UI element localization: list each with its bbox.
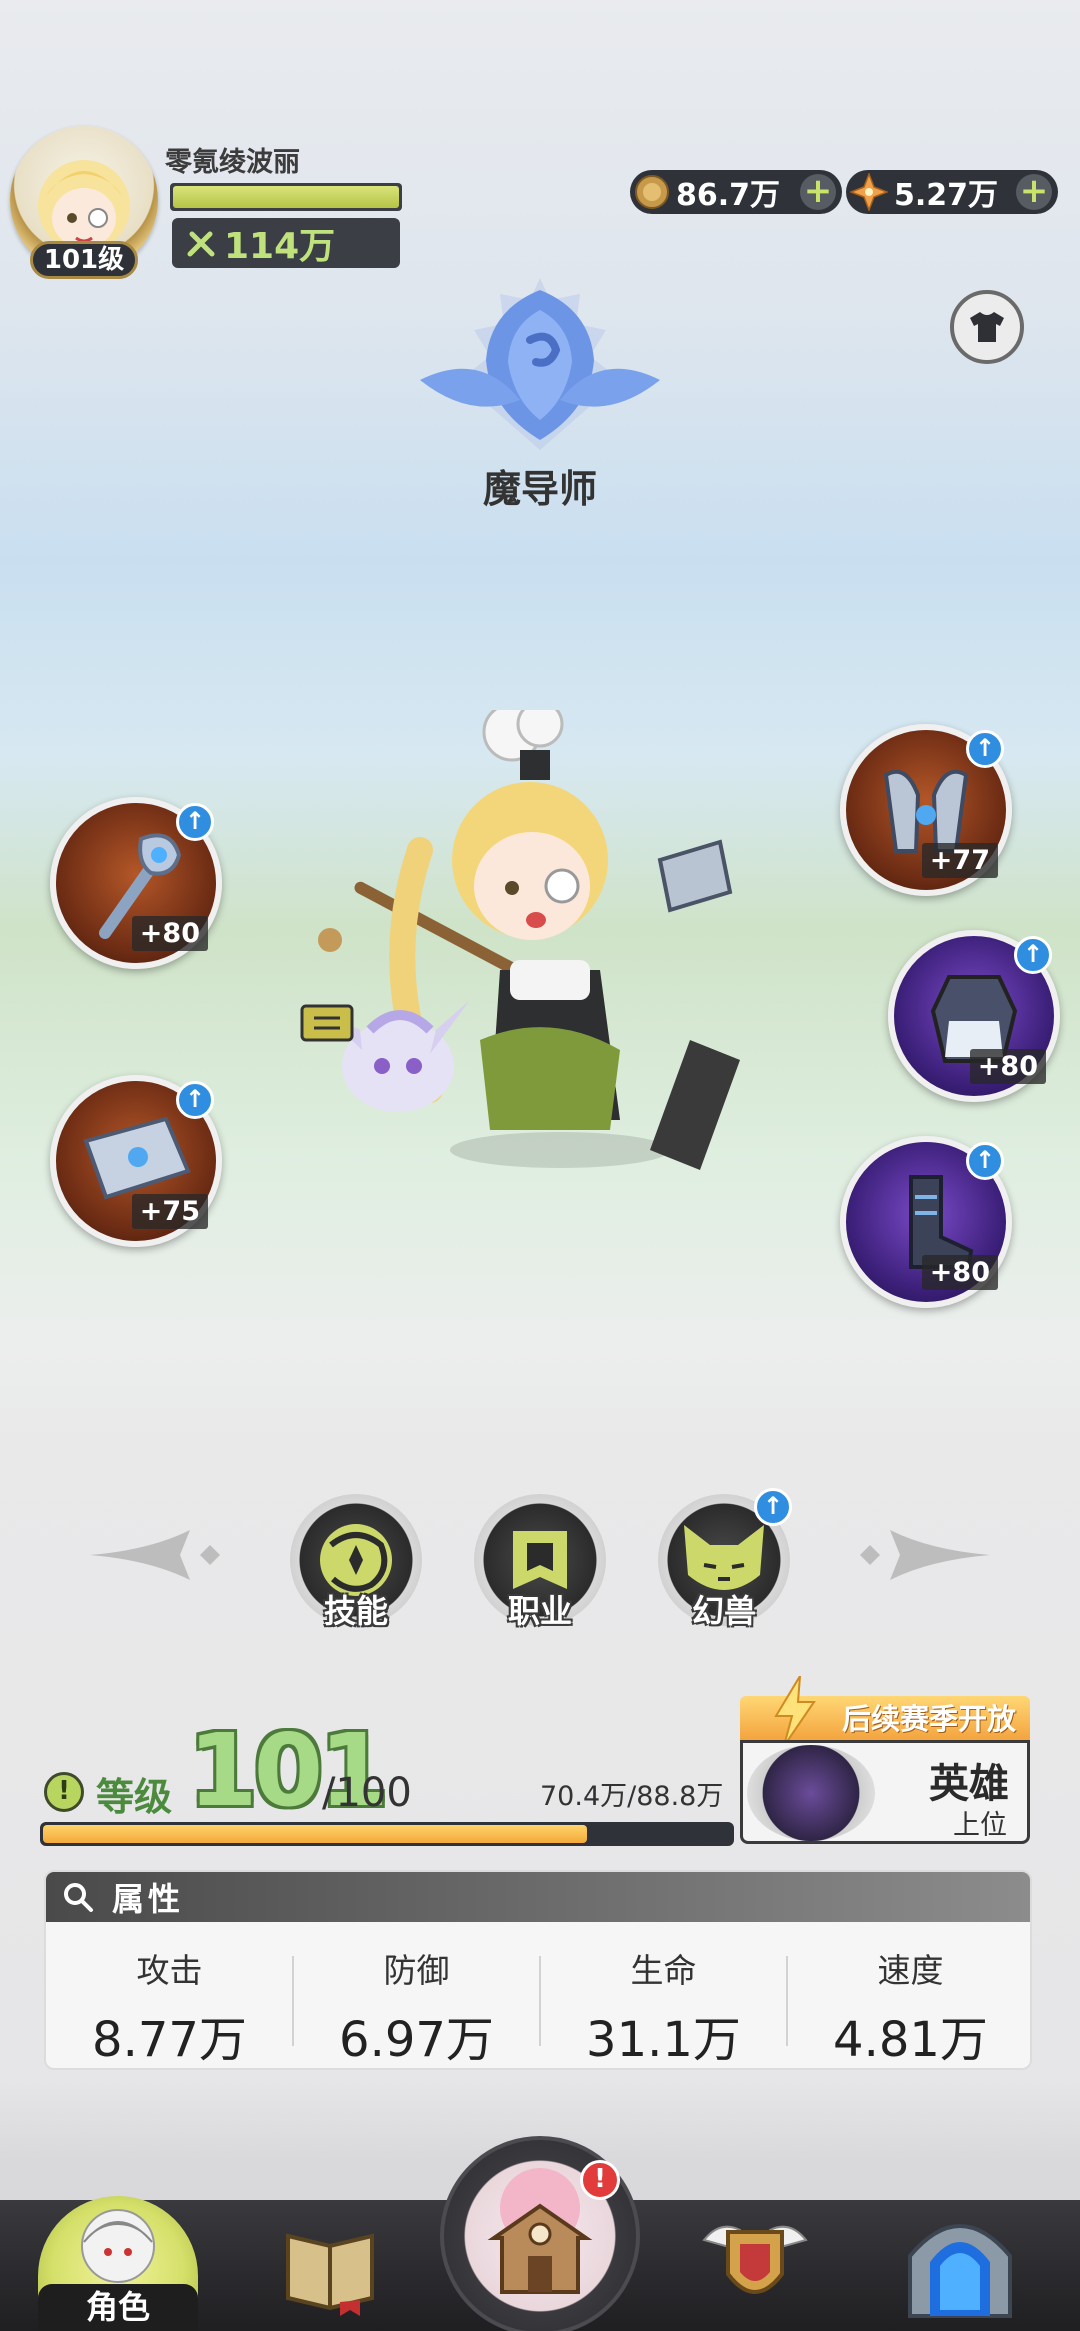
skill-label: 技能: [323, 1592, 388, 1630]
crystal-amount: 5.27万: [894, 178, 999, 213]
outfit-button[interactable]: [950, 290, 1024, 364]
equipment-slot-armor[interactable]: +80 ↑: [888, 930, 1060, 1102]
attribute-label: 生命: [630, 1951, 697, 1990]
attribute-value: 8.77万: [92, 2012, 247, 2068]
player-level-badge: 101级: [30, 241, 138, 279]
nav-portal[interactable]: [900, 2206, 1020, 2326]
upgrade-arrow-icon: ↑: [1014, 936, 1052, 974]
attribute-defense: 防御 6.97万: [293, 1930, 540, 2068]
class-emblem: [380, 270, 700, 470]
equipment-slot-boots[interactable]: +80 ↑: [840, 1136, 1012, 1308]
player-exp-bar: [170, 183, 402, 211]
enhance-level: +80: [131, 916, 208, 951]
class-button[interactable]: 职业: [474, 1494, 606, 1630]
level-progress-fill: [43, 1825, 587, 1843]
beast-label: 幻兽: [691, 1592, 756, 1630]
combat-power: 114万: [172, 218, 400, 268]
book-icon: [280, 2216, 380, 2316]
season-banner-text: 后续赛季开放: [841, 1702, 1016, 1736]
shield-wings-icon: [700, 2210, 810, 2320]
class-title: 魔导师: [482, 467, 597, 511]
equipment-slot-weapon[interactable]: +80 ↑: [50, 797, 222, 969]
rank-sub: 上位: [953, 1810, 1007, 1841]
equipment-slot-book[interactable]: +75 ↑: [50, 1075, 222, 1247]
attributes-header: 属性: [46, 1872, 1030, 1922]
attribute-label: 攻击: [136, 1951, 203, 1990]
level-info-icon[interactable]: !: [44, 1772, 84, 1812]
upgrade-arrow-icon: ↑: [176, 1081, 214, 1119]
player-name: 零氪绫波丽: [165, 147, 300, 178]
left-ornament-icon: [90, 1520, 240, 1590]
hero-rank-card[interactable]: 英雄 上位: [740, 1740, 1030, 1844]
enhance-level: +75: [131, 1194, 208, 1229]
attribute-label: 速度: [877, 1951, 944, 1990]
add-crystal-button[interactable]: +: [1016, 174, 1052, 210]
upgrade-arrow-icon: ↑: [966, 730, 1004, 768]
alert-badge: !: [580, 2160, 620, 2200]
attribute-attack: 攻击 8.77万: [46, 1930, 293, 2068]
crystal-star-icon: [850, 173, 888, 211]
upgrade-arrow-icon: ↑: [176, 803, 214, 841]
attribute-speed: 速度 4.81万: [787, 1930, 1030, 2068]
level-label: 等级: [96, 1775, 173, 1819]
rank-name: 英雄: [929, 1761, 1009, 1807]
attributes-panel[interactable]: 属性 攻击 8.77万 防御 6.97万 生命 31.1万 速度 4.81万: [44, 1870, 1032, 2070]
lightning-icon: [770, 1676, 820, 1746]
beast-button[interactable]: 幻兽 ↑: [658, 1488, 792, 1630]
attribute-label: 防御: [383, 1951, 450, 1990]
enhance-level: +77: [921, 843, 998, 878]
nav-guild[interactable]: [700, 2210, 810, 2320]
rank-emblem-icon: [747, 1745, 875, 1841]
character-model[interactable]: [300, 710, 780, 1180]
gold-coin-icon: [634, 174, 670, 210]
enhance-level: +80: [969, 1049, 1046, 1084]
attribute-value: 6.97万: [339, 2012, 494, 2068]
combat-power-value: 114万: [224, 226, 336, 267]
mage-emblem-icon: [420, 278, 660, 450]
upgrade-arrow-icon: ↑: [754, 1488, 792, 1526]
shirt-icon: [968, 310, 1006, 344]
level-max: /100: [322, 1770, 412, 1816]
nav-quest-book[interactable]: [280, 2216, 380, 2316]
enhance-level: +80: [921, 1255, 998, 1290]
level-progress-bar: [40, 1822, 734, 1846]
nav-role-label[interactable]: 角色: [38, 2284, 198, 2331]
level-exp-text: 70.4万/88.8万: [540, 1781, 724, 1812]
magnifier-icon: [62, 1881, 94, 1913]
class-label: 职业: [507, 1592, 572, 1630]
add-gold-button[interactable]: +: [800, 174, 836, 210]
gold-amount: 86.7万: [676, 178, 781, 213]
attribute-hp: 生命 31.1万: [540, 1930, 787, 2068]
attribute-value: 4.81万: [833, 2012, 988, 2068]
portal-gate-icon: [900, 2206, 1020, 2326]
gold-currency: 86.7万 +: [630, 170, 842, 214]
attributes-title: 属性: [112, 1880, 185, 1918]
right-ornament-icon: [840, 1520, 990, 1590]
equipment-slot-helmet[interactable]: +77 ↑: [840, 724, 1012, 896]
character-portrait-icon: [68, 2202, 168, 2292]
skill-button[interactable]: 技能: [290, 1494, 422, 1630]
swords-icon: [186, 228, 216, 258]
upgrade-arrow-icon: ↑: [966, 1142, 1004, 1180]
attribute-value: 31.1万: [586, 2012, 741, 2068]
crystal-currency: 5.27万 +: [846, 170, 1058, 214]
